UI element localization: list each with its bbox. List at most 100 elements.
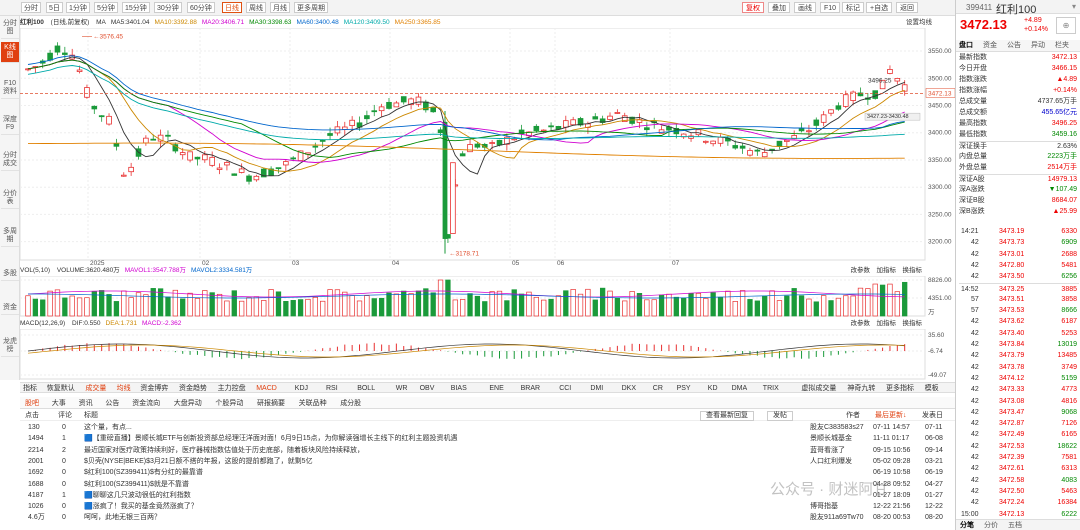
indicator-15[interactable]: BRAR: [521, 384, 540, 393]
news-tab-0[interactable]: 股吧: [25, 399, 39, 408]
quote-tab-4[interactable]: 栏夹: [1055, 41, 1069, 51]
col-author[interactable]: 作者: [846, 410, 860, 421]
indicator-11[interactable]: WR: [396, 384, 408, 393]
news-title[interactable]: 这个量，有点...: [84, 423, 684, 434]
vol-add-indicator[interactable]: 加指标: [877, 266, 897, 275]
indicator-0[interactable]: 指标: [23, 384, 37, 393]
news-tab-9[interactable]: 成分股: [340, 399, 361, 408]
quote-tab-1[interactable]: 资金: [983, 41, 997, 51]
nav-trades[interactable]: 分时成交: [1, 150, 19, 171]
nav-depth[interactable]: 深度F9: [1, 114, 19, 135]
indicator-1[interactable]: 恢复默认: [47, 384, 75, 393]
indicator-12[interactable]: OBV: [420, 384, 435, 393]
draw-line-button[interactable]: 画线: [794, 2, 816, 13]
macd-swap-indicator[interactable]: 换指标: [903, 319, 923, 328]
indicator-20[interactable]: PSY: [677, 384, 691, 393]
news-tab-3[interactable]: 公告: [105, 399, 119, 408]
expand-icon[interactable]: ⊕: [1056, 17, 1076, 34]
col-comments[interactable]: 评论: [58, 410, 72, 421]
indicator-26[interactable]: 更多指标: [886, 384, 914, 393]
news-tab-6[interactable]: 个股异动: [215, 399, 243, 408]
indicator-24[interactable]: 虚拟成交量: [801, 384, 836, 393]
nav-lhb[interactable]: 龙虎榜: [1, 336, 19, 357]
nav-kline[interactable]: K线图: [1, 42, 19, 63]
nav-price-table[interactable]: 分价表: [1, 188, 19, 209]
indicator-4[interactable]: 资金博弈: [140, 384, 168, 393]
news-tab-4[interactable]: 资金流向: [132, 399, 160, 408]
latest-reply-filter[interactable]: 查看最新回复: [700, 411, 754, 421]
indicator-16[interactable]: CCI: [559, 384, 571, 393]
news-row[interactable]: 130 0 这个量，有点... 股友C383583s27 07-11 14:57 07-1…: [20, 423, 955, 434]
tf-weekly[interactable]: 周线: [246, 2, 266, 13]
bottom-tab-1[interactable]: 分价: [984, 521, 998, 530]
kline-chart[interactable]: 3550.00 3500.00 3450.00 3400.00 3350.00 3300.…: [20, 28, 955, 266]
news-title[interactable]: 🟦聊聊这几只波动很低的红利指数: [84, 491, 684, 502]
macd-param-button[interactable]: 改参数: [851, 319, 871, 328]
indicator-18[interactable]: DKX: [622, 384, 636, 393]
tf-monthly[interactable]: 月线: [270, 2, 290, 13]
indicator-17[interactable]: DMI: [590, 384, 603, 393]
macd-chart[interactable]: 35.60 -6.74 -49.07: [20, 329, 955, 381]
col-latest[interactable]: 最后更新↓: [875, 410, 907, 421]
tf-5min[interactable]: 5分钟: [94, 2, 118, 13]
mark-button[interactable]: 标记: [842, 2, 864, 13]
indicator-10[interactable]: BOLL: [357, 384, 375, 393]
news-title[interactable]: $红利100(SZ399411)$有分红的最靠谱: [84, 468, 684, 479]
post-button[interactable]: 发帖: [767, 411, 793, 421]
nav-multi-stock[interactable]: 多股: [1, 268, 19, 281]
add-watchlist-button[interactable]: +自选: [866, 2, 893, 13]
news-title[interactable]: $红利100(SZ399411)$就是不靠谱: [84, 480, 684, 491]
news-row[interactable]: 2214 2 最近国家对医疗政策持续利好，医疗器械指数估值处于历史底部，随着板块风险…: [20, 446, 955, 457]
news-row[interactable]: 1494 1 🟦【重磅直播】景顺长城ETF与创新投资部总经理汪洋面对面！6月9日15…: [20, 434, 955, 445]
news-row[interactable]: 2001 0 $贝壳(NYSE|BEKE)$3月21日额不搭的年报，这股的提前都跑了…: [20, 457, 955, 468]
bottom-tab-0[interactable]: 分笔: [960, 521, 974, 530]
f10-button[interactable]: F10: [820, 2, 841, 13]
indicator-21[interactable]: KD: [708, 384, 718, 393]
nav-f10[interactable]: F10资料: [1, 78, 19, 99]
nav-intraday[interactable]: 分时图: [1, 18, 19, 39]
vol-swap-indicator[interactable]: 换指标: [903, 266, 923, 275]
col-clicks[interactable]: 点击: [25, 410, 39, 421]
news-tab-2[interactable]: 资讯: [79, 399, 93, 408]
news-tab-5[interactable]: 大盘异动: [174, 399, 202, 408]
news-row[interactable]: 1026 0 🟦涨疯了！我买的基金竟然涨疯了？ 博哥指基 12-22 21:56 12-2…: [20, 502, 955, 513]
tf-60min[interactable]: 60分钟: [187, 2, 215, 13]
indicator-6[interactable]: 主力控盘: [218, 384, 246, 393]
indicator-7[interactable]: MACD: [256, 384, 277, 393]
news-tab-1[interactable]: 大事: [52, 399, 66, 408]
tf-more[interactable]: 更多周期: [294, 2, 328, 13]
indicator-14[interactable]: ENE: [489, 384, 503, 393]
indicator-9[interactable]: RSI: [326, 384, 338, 393]
overlay-button[interactable]: 叠加: [768, 2, 790, 13]
volume-chart[interactable]: 8826.00 4351.00 万: [20, 276, 955, 318]
indicator-25[interactable]: 神奇九转: [847, 384, 875, 393]
news-title[interactable]: 🟦【重磅直播】景顺长城ETF与创新投资部总经理汪洋面对面！6月9日15点，为你解…: [84, 434, 684, 445]
indicator-23[interactable]: TRIX: [763, 384, 779, 393]
macd-add-indicator[interactable]: 加指标: [877, 319, 897, 328]
quote-tab-0[interactable]: 盘口: [959, 41, 973, 51]
fuquan-button[interactable]: 复权: [742, 2, 764, 13]
indicator-27[interactable]: 模板: [925, 384, 939, 393]
nav-funds[interactable]: 资金: [1, 302, 19, 315]
back-button[interactable]: 返回: [896, 2, 918, 13]
news-tab-7[interactable]: 研报摘要: [257, 399, 285, 408]
indicator-13[interactable]: BIAS: [451, 384, 467, 393]
tf-daily[interactable]: 日线: [222, 2, 242, 13]
tf-1min[interactable]: 1分钟: [66, 2, 90, 13]
nav-multi-period[interactable]: 多周期: [1, 226, 19, 247]
indicator-19[interactable]: CR: [653, 384, 663, 393]
tf-15min[interactable]: 15分钟: [122, 2, 150, 13]
indicator-5[interactable]: 资金趋势: [179, 384, 207, 393]
dropdown-icon[interactable]: ▾: [1072, 2, 1076, 11]
indicator-8[interactable]: KDJ: [295, 384, 308, 393]
news-row[interactable]: 4.6万 0 呵呵，此地无银三百两？ 股友911a69Tw70 08-20 00:53 0…: [20, 513, 955, 524]
news-tab-8[interactable]: 关联品种: [299, 399, 327, 408]
indicator-2[interactable]: 成交量: [85, 384, 106, 393]
indicator-3[interactable]: 均线: [117, 384, 131, 393]
quote-tab-2[interactable]: 公告: [1007, 41, 1021, 51]
ma-settings-link[interactable]: 设置均线: [906, 17, 932, 28]
news-title[interactable]: $贝壳(NYSE|BEKE)$3月21日额不搭的年报，这股的提前都跑了，就剩5亿: [84, 457, 684, 468]
tf-30min[interactable]: 30分钟: [154, 2, 182, 13]
news-title[interactable]: 呵呵，此地无银三百两？: [84, 513, 684, 524]
bottom-tab-2[interactable]: 五档: [1008, 521, 1022, 530]
